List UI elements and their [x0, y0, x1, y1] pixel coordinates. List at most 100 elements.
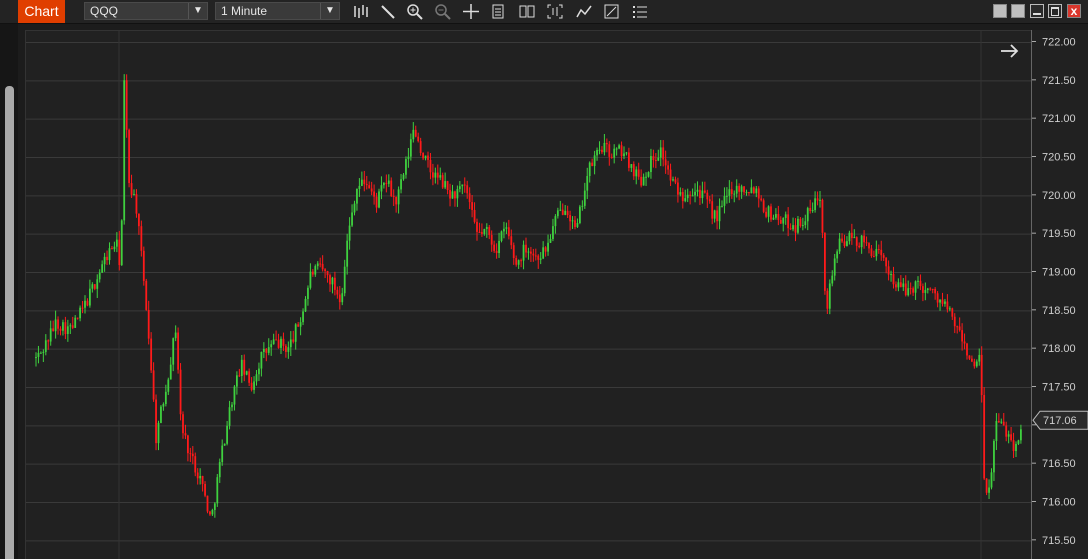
candle-body — [292, 339, 295, 342]
candle-body — [1017, 440, 1020, 444]
candle-body — [211, 509, 214, 515]
candle-body — [74, 317, 77, 328]
candle-body — [57, 319, 59, 329]
candle-body — [412, 129, 415, 140]
close-button[interactable]: x — [1067, 4, 1081, 18]
candle-body — [931, 288, 934, 290]
candle-body — [809, 208, 812, 212]
scrollbar[interactable] — [5, 86, 14, 559]
candle-body — [726, 195, 728, 197]
interval-dropdown[interactable]: 1 Minute ▼ — [215, 2, 340, 20]
window-option-button[interactable] — [993, 4, 1007, 18]
chevron-down-icon[interactable]: ▼ — [188, 3, 207, 19]
candle-body — [402, 174, 405, 180]
candle-body — [466, 185, 469, 194]
candle-body — [267, 347, 270, 353]
candle-body — [240, 359, 243, 377]
candle-body — [966, 343, 968, 356]
candle-body — [221, 445, 224, 463]
chart-tab[interactable]: Chart — [18, 0, 65, 23]
candle-body — [885, 257, 888, 267]
candle-body — [593, 155, 596, 167]
grid — [26, 42, 1032, 542]
candle-body — [530, 251, 532, 254]
data-box-icon[interactable] — [518, 3, 536, 20]
fit-icon[interactable] — [546, 3, 564, 20]
candle-body — [875, 248, 878, 257]
candle-body — [779, 219, 782, 224]
candle-body — [877, 248, 880, 250]
candle-body — [922, 286, 924, 293]
candle-body — [650, 156, 652, 173]
indicator-icon[interactable] — [490, 3, 508, 20]
price-tick-label: 717.50 — [1042, 382, 1076, 394]
candle-body — [583, 190, 586, 206]
candle-body — [302, 311, 304, 323]
candle-body — [806, 208, 809, 222]
candle-body — [730, 189, 733, 195]
minimize-icon — [1033, 13, 1041, 15]
candle-body — [142, 250, 145, 281]
candle-body — [380, 185, 383, 192]
crosshair-icon[interactable] — [462, 3, 480, 20]
candle-body — [882, 255, 885, 258]
candle-body — [490, 234, 493, 245]
candle-body — [772, 217, 775, 220]
candle-body — [387, 180, 390, 184]
window-option-button[interactable] — [1011, 4, 1025, 18]
price-axis[interactable]: 722.00 721.50 721.00 720.50 720.00 719.50 719.… — [1031, 30, 1088, 559]
candle-body — [515, 258, 518, 265]
symbol-dropdown[interactable]: QQQ ▼ — [84, 2, 208, 20]
candle-body — [311, 271, 314, 275]
price-chart[interactable] — [25, 30, 1032, 559]
candle-body — [319, 263, 322, 265]
candle-body — [539, 258, 542, 260]
candle-body — [248, 371, 251, 383]
maximize-button[interactable] — [1048, 4, 1062, 18]
candle-body — [912, 288, 914, 293]
candle-body — [250, 382, 253, 390]
candles — [35, 74, 1022, 518]
draw-icon[interactable] — [379, 3, 397, 20]
price-tick-label: 716.50 — [1042, 458, 1076, 470]
candle-body — [958, 326, 961, 331]
candle-body — [287, 347, 290, 352]
candle-body — [463, 184, 466, 186]
candle-body — [708, 199, 711, 202]
candle-body — [890, 274, 892, 276]
candle-body — [69, 325, 72, 327]
candle-body — [814, 198, 816, 211]
candle-body — [40, 352, 42, 354]
list-icon[interactable] — [631, 3, 649, 20]
candle-body — [258, 368, 260, 375]
candle-body — [968, 355, 971, 359]
candle-body — [674, 179, 677, 183]
zoom-in-icon[interactable] — [406, 3, 424, 20]
candle-body — [260, 351, 263, 369]
candle-body — [512, 245, 515, 259]
candle-body — [348, 225, 351, 241]
chevron-down-icon[interactable]: ▼ — [320, 3, 339, 19]
maximize-icon — [1051, 7, 1059, 16]
candle-body — [44, 340, 47, 352]
candle-body — [951, 308, 954, 317]
candle-body — [223, 443, 226, 446]
candle-body — [336, 289, 339, 295]
price-axis-canvas: 722.00 721.50 721.00 720.50 720.00 719.50 719.… — [1032, 37, 1088, 547]
candle-body — [556, 210, 559, 217]
strategy-icon[interactable] — [575, 3, 593, 20]
candle-body — [961, 330, 963, 342]
candle-body — [821, 199, 824, 233]
arrow-right-icon[interactable] — [1001, 44, 1019, 58]
minimize-button[interactable] — [1030, 4, 1044, 18]
candle-body — [282, 338, 285, 346]
bars-icon[interactable] — [352, 3, 370, 20]
zoom-out-icon[interactable] — [434, 3, 452, 20]
candle-body — [427, 155, 429, 160]
candle-body — [527, 251, 530, 253]
candle-body — [713, 210, 716, 219]
candle-body — [860, 235, 863, 248]
candle-body — [640, 176, 643, 186]
template-icon[interactable] — [603, 3, 621, 20]
candle-body — [694, 191, 696, 196]
